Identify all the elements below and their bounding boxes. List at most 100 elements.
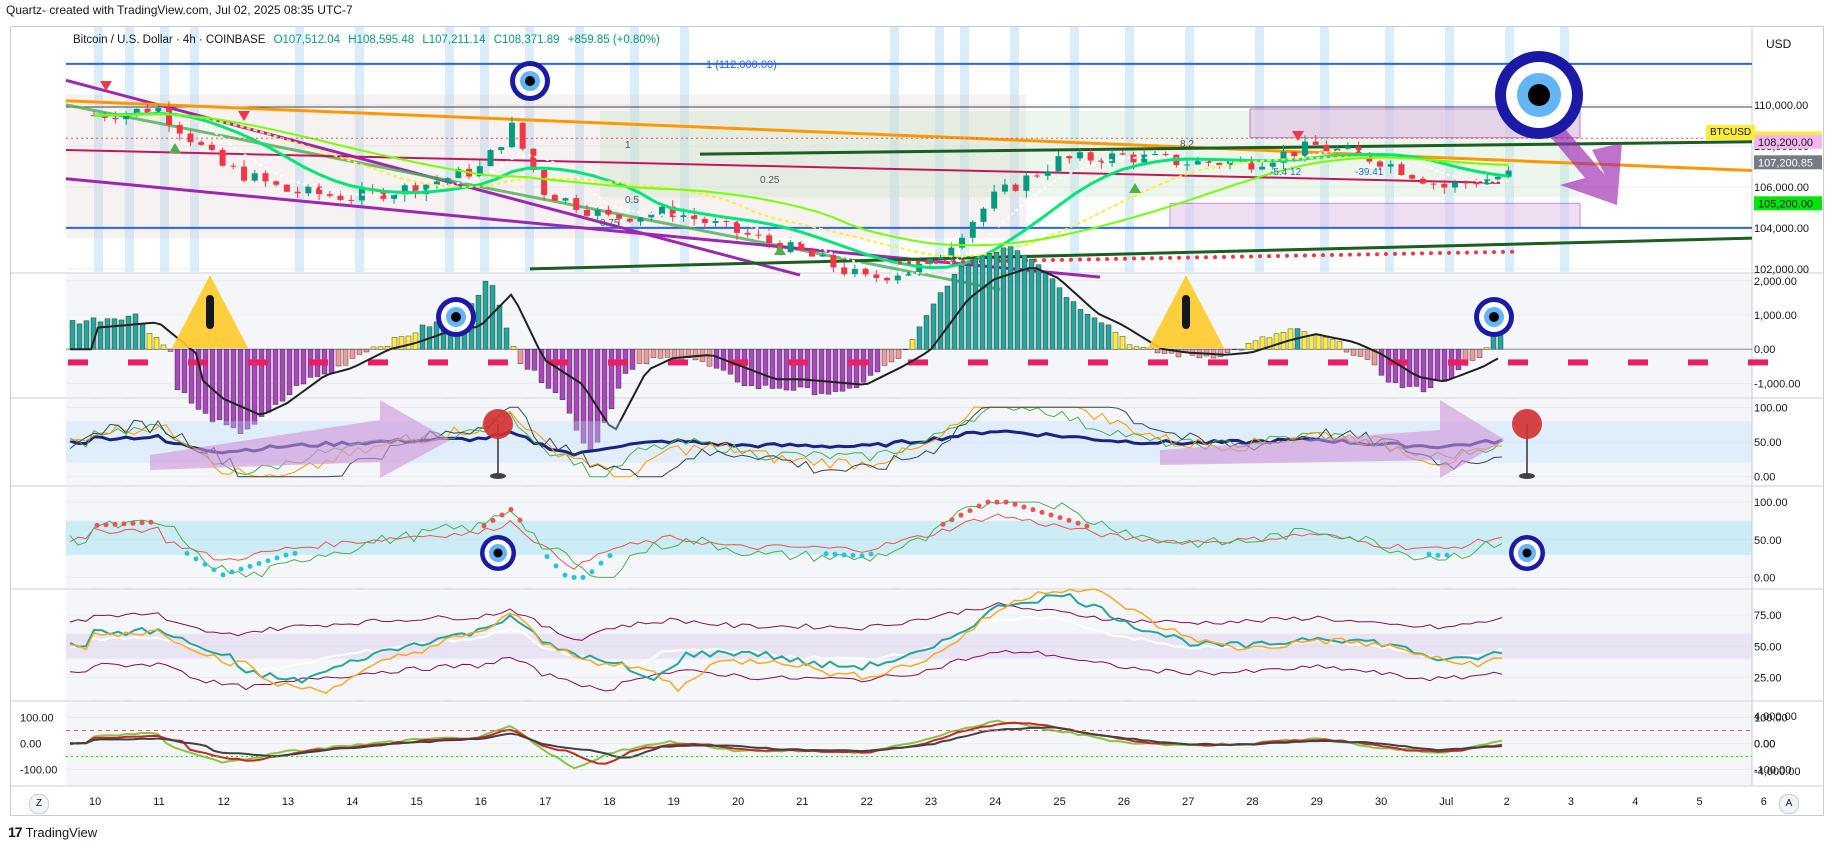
- stop-dot: [1312, 253, 1316, 258]
- candle-body: [198, 142, 205, 145]
- histogram-bar: [1126, 344, 1133, 350]
- stop-dot: [1321, 253, 1325, 258]
- oscillator-dot: [211, 567, 217, 573]
- histogram-bar: [545, 348, 552, 389]
- signal-dash: [1508, 359, 1528, 366]
- close-value: C108,371.89: [493, 34, 560, 46]
- oscillator-dot: [265, 558, 271, 564]
- histogram-bar: [97, 321, 104, 350]
- candle-body: [766, 235, 773, 244]
- histogram-bar: [216, 348, 223, 421]
- oscillator-dot: [130, 520, 136, 526]
- stop-dot: [1483, 250, 1487, 255]
- histogram-bar: [867, 348, 874, 376]
- oscillator-dot: [238, 566, 244, 572]
- stop-dot: [1204, 255, 1208, 260]
- histogram-bar: [356, 348, 363, 355]
- candle-body: [1441, 183, 1448, 188]
- auto-scale-button[interactable]: A: [1779, 794, 1799, 814]
- histogram-bar: [657, 348, 664, 359]
- candle-body: [1462, 182, 1469, 184]
- oscillator-dot: [139, 520, 145, 526]
- candle-body: [1409, 175, 1416, 179]
- candle-body: [519, 122, 526, 149]
- histogram-bar: [1385, 348, 1392, 383]
- change-value: +859.85 (+0.80%): [567, 34, 660, 46]
- candle-body: [605, 209, 612, 215]
- histogram-bar: [811, 348, 818, 396]
- oscillator-dot: [607, 553, 613, 559]
- stop-dot: [934, 260, 938, 265]
- x-tick-label: 16: [475, 796, 487, 808]
- candle-body: [937, 257, 944, 260]
- candle-body: [755, 234, 762, 236]
- stop-dot: [1294, 253, 1298, 258]
- x-tick-label: 22: [861, 796, 873, 808]
- histogram-bar: [1420, 348, 1427, 393]
- price-badge-text: 105,200.00: [1758, 198, 1813, 210]
- candle-body: [884, 277, 891, 281]
- candle-body: [562, 198, 569, 201]
- histogram-bar: [160, 344, 167, 350]
- oscillator-dot: [1003, 499, 1009, 505]
- signal-dash: [1448, 359, 1468, 366]
- histogram-bar: [692, 348, 699, 361]
- oscillator-dot: [499, 512, 505, 518]
- histogram-bar: [482, 280, 489, 350]
- histogram-bar: [895, 348, 902, 359]
- histogram-bar: [1343, 348, 1350, 353]
- histogram-bar: [237, 348, 244, 434]
- currency-label[interactable]: USD: [1766, 37, 1791, 51]
- histogram-bar: [1483, 347, 1490, 350]
- histogram-bar: [839, 348, 846, 392]
- chart-canvas[interactable]: 102,000.00104,000.00106,000.00108,000.00…: [0, 0, 1835, 850]
- histogram-bar: [475, 295, 482, 350]
- stop-dot: [943, 259, 947, 264]
- candle-body: [1162, 154, 1169, 156]
- candle-body: [819, 254, 826, 257]
- x-tick-label: 26: [1118, 796, 1130, 808]
- oscillator-dot: [1048, 512, 1054, 518]
- histogram-bar: [1259, 336, 1266, 350]
- x-tick-label: 3: [1568, 796, 1574, 808]
- candle-body: [1355, 146, 1362, 153]
- tradingview-logo[interactable]: 17 TradingView: [8, 824, 97, 840]
- oscillator-dot: [283, 552, 289, 558]
- oscillator-dot: [94, 522, 100, 528]
- histogram-bar: [328, 348, 335, 373]
- stop-dot: [1474, 250, 1478, 255]
- signal-dash: [788, 359, 808, 366]
- stop-dot: [1240, 254, 1244, 259]
- histogram-bar: [230, 348, 237, 429]
- histogram-bar: [573, 348, 580, 431]
- oscillator-dot: [481, 523, 487, 529]
- pane-6: -100.000.00100.00-100.000.00100.00-4,000…: [10, 702, 1824, 787]
- x-tick-label: 12: [218, 796, 230, 808]
- histogram-bar: [412, 332, 419, 350]
- histogram-bar: [517, 348, 524, 364]
- histogram-bar: [986, 253, 993, 350]
- oscillator-dot: [544, 554, 550, 560]
- histogram-bar: [524, 348, 531, 370]
- oscillator-dot: [841, 552, 847, 558]
- zone-box: [1169, 202, 1581, 229]
- candle-body: [1473, 183, 1480, 185]
- signal-dash: [1628, 359, 1648, 366]
- histogram-bar: [552, 348, 559, 393]
- candle-body: [1259, 166, 1266, 170]
- stop-dot: [1258, 254, 1262, 259]
- histogram-bar: [818, 348, 825, 394]
- signal-dash: [848, 359, 868, 366]
- stop-dot: [1384, 252, 1388, 257]
- histogram-bar: [146, 333, 153, 350]
- signal-dash: [1208, 359, 1228, 366]
- candle-body: [894, 275, 901, 281]
- candle-body: [1312, 141, 1319, 145]
- candle-body: [637, 217, 644, 222]
- x-tick-label: 11: [153, 796, 164, 808]
- evil-eye-icon: [1495, 51, 1583, 139]
- zoom-reset-button[interactable]: Z: [29, 794, 49, 814]
- signal-dash: [1568, 359, 1588, 366]
- oscillator-dot: [562, 572, 568, 578]
- stop-dot: [1222, 254, 1226, 259]
